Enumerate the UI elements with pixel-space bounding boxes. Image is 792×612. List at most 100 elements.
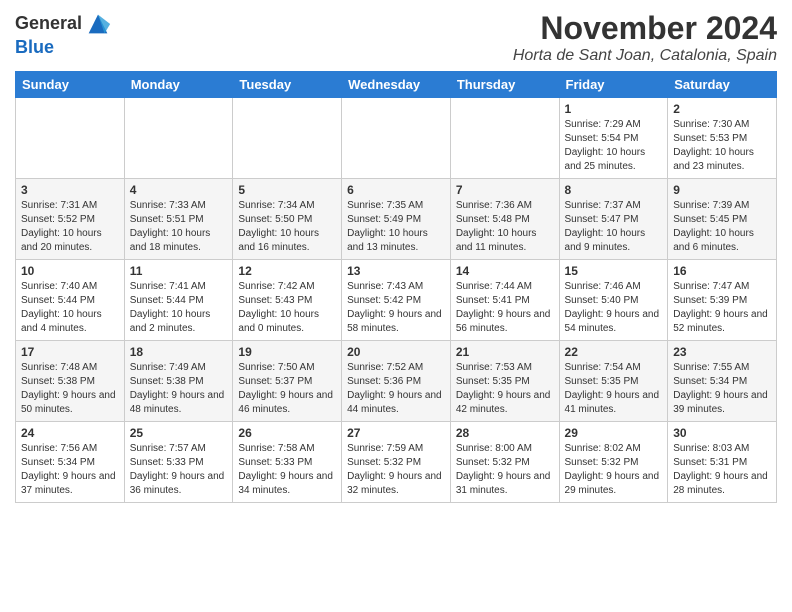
calendar-cell — [124, 98, 233, 179]
logo-blue-text: Blue — [15, 38, 112, 58]
logo-icon — [84, 10, 112, 38]
location: Horta de Sant Joan, Catalonia, Spain — [513, 47, 777, 65]
day-info: Sunrise: 7:57 AM Sunset: 5:33 PM Dayligh… — [130, 442, 228, 498]
calendar-table: SundayMondayTuesdayWednesdayThursdayFrid… — [15, 71, 777, 503]
calendar-weekday-saturday: Saturday — [668, 72, 777, 98]
calendar-cell: 20Sunrise: 7:52 AM Sunset: 5:36 PM Dayli… — [342, 341, 451, 422]
day-info: Sunrise: 7:54 AM Sunset: 5:35 PM Dayligh… — [565, 361, 663, 417]
calendar-cell: 15 Sunrise: 7:46 AM Sunset: 5:40 PM Dayli… — [559, 260, 668, 341]
calendar-cell — [450, 98, 559, 179]
calendar-cell: 18 Sunrise: 7:49 AM Sunset: 5:38 PM Dayli… — [124, 341, 233, 422]
calendar-cell — [16, 98, 125, 179]
day-number: 5 — [238, 183, 336, 197]
day-number: 4 — [130, 183, 228, 197]
calendar-cell: 23Sunrise: 7:55 AM Sunset: 5:34 PM Dayli… — [668, 341, 777, 422]
calendar-cell: 11 Sunrise: 7:41 AM Sunset: 5:44 PM Dayli… — [124, 260, 233, 341]
day-info: Sunrise: 8:00 AM Sunset: 5:32 PM Dayligh… — [456, 442, 554, 498]
calendar-cell: 22 Sunrise: 7:54 AM Sunset: 5:35 PM Dayli… — [559, 341, 668, 422]
calendar-cell: 28 Sunrise: 8:00 AM Sunset: 5:32 PM Dayli… — [450, 422, 559, 503]
calendar-cell: 3Sunrise: 7:31 AM Sunset: 5:52 PM Daylig… — [16, 179, 125, 260]
day-number: 29 — [565, 426, 663, 440]
day-info: Sunrise: 7:34 AM Sunset: 5:50 PM Dayligh… — [238, 199, 336, 255]
day-number: 27 — [347, 426, 445, 440]
day-info: Sunrise: 8:02 AM Sunset: 5:32 PM Dayligh… — [565, 442, 663, 498]
logo: General Blue — [15, 10, 112, 58]
day-info: Sunrise: 7:58 AM Sunset: 5:33 PM Dayligh… — [238, 442, 336, 498]
day-number: 8 — [565, 183, 663, 197]
calendar-cell: 29 Sunrise: 8:02 AM Sunset: 5:32 PM Dayli… — [559, 422, 668, 503]
calendar-cell: 6 Sunrise: 7:35 AM Sunset: 5:49 PM Daylig… — [342, 179, 451, 260]
day-number: 16 — [673, 264, 771, 278]
day-info: Sunrise: 7:47 AM Sunset: 5:39 PM Dayligh… — [673, 280, 771, 336]
day-number: 12 — [238, 264, 336, 278]
day-number: 28 — [456, 426, 554, 440]
calendar-weekday-monday: Monday — [124, 72, 233, 98]
day-number: 19 — [238, 345, 336, 359]
calendar-cell: 14 Sunrise: 7:44 AM Sunset: 5:41 PM Dayli… — [450, 260, 559, 341]
logo-general-text: General — [15, 14, 82, 34]
calendar-week-row: 10Sunrise: 7:40 AM Sunset: 5:44 PM Dayli… — [16, 260, 777, 341]
calendar-cell: 25 Sunrise: 7:57 AM Sunset: 5:33 PM Dayli… — [124, 422, 233, 503]
calendar-cell: 26 Sunrise: 7:58 AM Sunset: 5:33 PM Dayli… — [233, 422, 342, 503]
day-number: 30 — [673, 426, 771, 440]
calendar-cell: 5 Sunrise: 7:34 AM Sunset: 5:50 PM Daylig… — [233, 179, 342, 260]
page-header: General Blue November 2024 Horta de Sant… — [15, 10, 777, 65]
calendar-cell — [233, 98, 342, 179]
day-info: Sunrise: 7:43 AM Sunset: 5:42 PM Dayligh… — [347, 280, 445, 336]
day-info: Sunrise: 7:36 AM Sunset: 5:48 PM Dayligh… — [456, 199, 554, 255]
day-number: 24 — [21, 426, 119, 440]
day-number: 10 — [21, 264, 119, 278]
day-number: 7 — [456, 183, 554, 197]
day-info: Sunrise: 8:03 AM Sunset: 5:31 PM Dayligh… — [673, 442, 771, 498]
day-number: 2 — [673, 102, 771, 116]
calendar-cell: 21Sunrise: 7:53 AM Sunset: 5:35 PM Dayli… — [450, 341, 559, 422]
calendar-cell: 4 Sunrise: 7:33 AM Sunset: 5:51 PM Daylig… — [124, 179, 233, 260]
day-number: 18 — [130, 345, 228, 359]
calendar-cell: 13 Sunrise: 7:43 AM Sunset: 5:42 PM Dayli… — [342, 260, 451, 341]
calendar-cell: 9Sunrise: 7:39 AM Sunset: 5:45 PM Daylig… — [668, 179, 777, 260]
calendar-cell: 17 Sunrise: 7:48 AM Sunset: 5:38 PM Dayli… — [16, 341, 125, 422]
day-info: Sunrise: 7:49 AM Sunset: 5:38 PM Dayligh… — [130, 361, 228, 417]
day-number: 17 — [21, 345, 119, 359]
calendar-week-row: 1Sunrise: 7:29 AM Sunset: 5:54 PM Daylig… — [16, 98, 777, 179]
day-info: Sunrise: 7:50 AM Sunset: 5:37 PM Dayligh… — [238, 361, 336, 417]
calendar-cell — [342, 98, 451, 179]
day-info: Sunrise: 7:46 AM Sunset: 5:40 PM Dayligh… — [565, 280, 663, 336]
day-number: 22 — [565, 345, 663, 359]
title-block: November 2024 Horta de Sant Joan, Catalo… — [513, 10, 777, 65]
day-number: 13 — [347, 264, 445, 278]
day-number: 21 — [456, 345, 554, 359]
day-info: Sunrise: 7:30 AM Sunset: 5:53 PM Dayligh… — [673, 118, 771, 174]
calendar-header-row: SundayMondayTuesdayWednesdayThursdayFrid… — [16, 72, 777, 98]
day-info: Sunrise: 7:35 AM Sunset: 5:49 PM Dayligh… — [347, 199, 445, 255]
day-info: Sunrise: 7:59 AM Sunset: 5:32 PM Dayligh… — [347, 442, 445, 498]
day-info: Sunrise: 7:44 AM Sunset: 5:41 PM Dayligh… — [456, 280, 554, 336]
calendar-cell: 12Sunrise: 7:42 AM Sunset: 5:43 PM Dayli… — [233, 260, 342, 341]
month-title: November 2024 — [513, 10, 777, 47]
day-number: 23 — [673, 345, 771, 359]
calendar-weekday-sunday: Sunday — [16, 72, 125, 98]
day-number: 15 — [565, 264, 663, 278]
day-info: Sunrise: 7:52 AM Sunset: 5:36 PM Dayligh… — [347, 361, 445, 417]
calendar-week-row: 3Sunrise: 7:31 AM Sunset: 5:52 PM Daylig… — [16, 179, 777, 260]
day-info: Sunrise: 7:37 AM Sunset: 5:47 PM Dayligh… — [565, 199, 663, 255]
day-number: 26 — [238, 426, 336, 440]
calendar-week-row: 17 Sunrise: 7:48 AM Sunset: 5:38 PM Dayli… — [16, 341, 777, 422]
calendar-cell: 1Sunrise: 7:29 AM Sunset: 5:54 PM Daylig… — [559, 98, 668, 179]
calendar-cell: 30 Sunrise: 8:03 AM Sunset: 5:31 PM Dayli… — [668, 422, 777, 503]
day-number: 25 — [130, 426, 228, 440]
calendar-cell: 8 Sunrise: 7:37 AM Sunset: 5:47 PM Daylig… — [559, 179, 668, 260]
day-number: 1 — [565, 102, 663, 116]
day-info: Sunrise: 7:41 AM Sunset: 5:44 PM Dayligh… — [130, 280, 228, 336]
calendar-weekday-friday: Friday — [559, 72, 668, 98]
day-number: 6 — [347, 183, 445, 197]
day-number: 11 — [130, 264, 228, 278]
calendar-cell: 27 Sunrise: 7:59 AM Sunset: 5:32 PM Dayli… — [342, 422, 451, 503]
day-info: Sunrise: 7:39 AM Sunset: 5:45 PM Dayligh… — [673, 199, 771, 255]
day-info: Sunrise: 7:48 AM Sunset: 5:38 PM Dayligh… — [21, 361, 119, 417]
day-info: Sunrise: 7:33 AM Sunset: 5:51 PM Dayligh… — [130, 199, 228, 255]
day-number: 14 — [456, 264, 554, 278]
calendar-cell: 19 Sunrise: 7:50 AM Sunset: 5:37 PM Dayli… — [233, 341, 342, 422]
calendar-cell: 7 Sunrise: 7:36 AM Sunset: 5:48 PM Daylig… — [450, 179, 559, 260]
calendar-cell: 2 Sunrise: 7:30 AM Sunset: 5:53 PM Daylig… — [668, 98, 777, 179]
